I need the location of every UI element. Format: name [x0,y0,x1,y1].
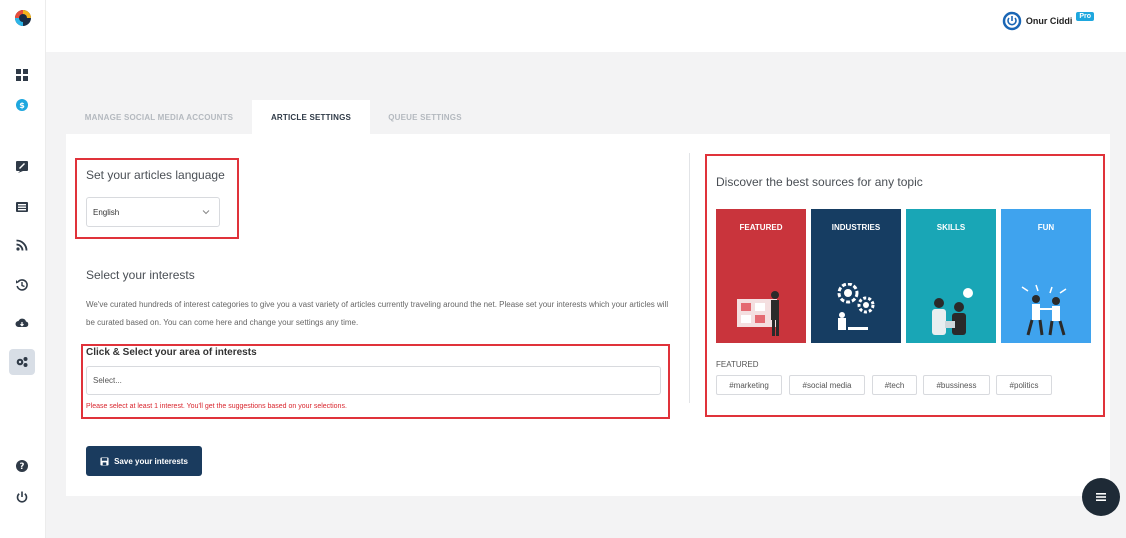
tile-industries-label: INDUSTRIES [831,223,881,232]
floating-menu-button[interactable] [1082,478,1120,516]
tile-featured-label: FEATURED [739,223,783,232]
user-name: Onur Ciddi [1025,16,1073,26]
save-interests-button[interactable]: Save your interests [86,446,202,476]
tag-tech[interactable]: #tech [872,375,917,395]
save-interests-label: Save your interests [114,456,188,466]
tab-article-settings[interactable]: ARTICLE SETTINGS [252,100,370,134]
top-bar: Onur Ciddi Pro [46,0,1126,52]
list-icon[interactable] [11,196,33,218]
language-selected-value: English [93,207,120,217]
tile-fun-label: FUN [1037,223,1055,232]
help-icon[interactable]: ? [11,455,33,477]
hamburger-menu-icon [1096,493,1106,501]
tab-manage-social-media-accounts[interactable]: MANAGE SOCIAL MEDIA ACCOUNTS [66,100,252,134]
rss-icon[interactable] [11,234,33,256]
user-avatar-icon [1002,11,1022,31]
column-divider [689,153,690,403]
settings-icon[interactable] [9,349,35,375]
discover-title: Discover the best sources for any topic [716,175,923,189]
user-menu[interactable]: Onur Ciddi Pro [1002,11,1094,31]
dashboard-icon[interactable] [11,64,33,86]
interests-description: We've curated hundreds of interest categ… [86,300,669,327]
svg-text:?: ? [20,462,25,472]
tab-queue-settings[interactable]: QUEUE SETTINGS [370,100,480,134]
chevron-down-icon [202,210,210,215]
featured-section-label: FEATURED [716,360,759,369]
dollar-icon[interactable]: $ [11,94,33,116]
tile-featured[interactable]: FEATURED [716,209,806,343]
history-icon[interactable] [11,274,33,296]
skills-people-icon [932,288,973,335]
area-of-interests-label: Click & Select your area of interests [86,347,257,358]
svg-text:$: $ [19,101,25,110]
cloud-download-icon[interactable] [11,312,33,334]
fun-dancing-icon [1021,284,1067,336]
interests-select-input[interactable]: Select... [86,366,661,395]
tile-industries[interactable]: INDUSTRIES [811,209,901,343]
language-title: Set your articles language [86,168,225,182]
power-icon[interactable] [11,486,33,508]
language-select[interactable]: English [86,197,220,227]
featured-illustration-icon [737,291,779,336]
industries-gears-icon [837,283,875,330]
pro-badge: Pro [1076,11,1094,21]
interests-error-message: Please select at least 1 interest. You'l… [86,403,347,410]
interests-placeholder: Select... [93,376,122,385]
tag-marketing[interactable]: #marketing [716,375,782,395]
tile-fun[interactable]: FUN [1001,209,1091,343]
tile-skills[interactable]: SKILLS [906,209,996,343]
tag-politics[interactable]: #politics [996,375,1052,395]
interests-title: Select your interests [86,268,195,282]
tile-skills-label: SKILLS [936,223,966,232]
sidebar: $ ? [0,0,46,538]
tag-bussiness[interactable]: #bussiness [923,375,990,395]
compose-icon[interactable] [11,156,33,178]
app-logo[interactable] [12,7,34,29]
save-icon [100,456,109,466]
tag-social-media[interactable]: #social media [789,375,865,395]
